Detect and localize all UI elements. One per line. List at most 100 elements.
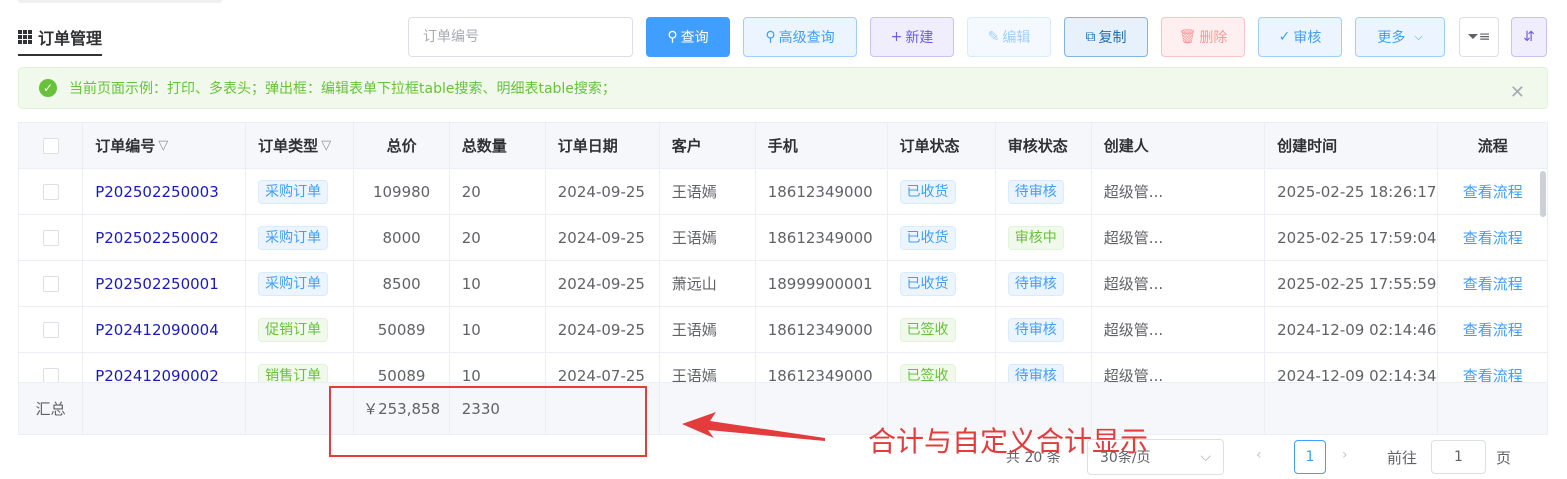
view-flow-link[interactable]: 查看流程: [1463, 227, 1523, 248]
goto-label: 前往: [1387, 449, 1418, 467]
row-checkbox[interactable]: [42, 367, 59, 382]
view-flow-link[interactable]: 查看流程: [1463, 273, 1523, 294]
order-type-tag: 采购订单: [258, 179, 329, 204]
header-total-price: 总价: [354, 123, 450, 168]
trash-icon: 🗑︎: [1178, 29, 1197, 45]
order-status-cell: 已签收: [888, 353, 996, 382]
order-status-tag: 已签收: [899, 317, 956, 342]
order-status-tag: 已签收: [899, 363, 956, 382]
created-time-cell: 2024-12-09 02:14:34: [1265, 353, 1439, 382]
delete-button[interactable]: 🗑︎ 删除: [1161, 17, 1245, 57]
phone-cell: 18612349000: [756, 353, 888, 382]
order-status-cell: 已收货: [888, 261, 996, 306]
table-row[interactable]: P202412090002 销售订单 50089 10 2024-07-25 王…: [19, 353, 1547, 382]
row-checkbox[interactable]: [42, 229, 59, 246]
table-row[interactable]: P202502250003 采购订单 109980 20 2024-09-25 …: [19, 169, 1547, 215]
view-flow-link[interactable]: 查看流程: [1463, 365, 1523, 382]
order-number-link[interactable]: P202502250003: [95, 183, 219, 201]
new-button[interactable]: + 新建: [870, 17, 954, 57]
customer-cell: 王语嫣: [660, 307, 756, 352]
table-body[interactable]: P202502250003 采购订单 109980 20 2024-09-25 …: [19, 169, 1547, 382]
row-select-cell: [19, 353, 84, 382]
header-label: 创建时间: [1277, 137, 1338, 155]
copy-button[interactable]: ⧉ 复制: [1064, 17, 1148, 57]
phone-cell: 18612349000: [756, 215, 888, 260]
header-phone: 手机: [756, 123, 888, 168]
order-date-cell: 2024-09-25: [546, 169, 660, 214]
query-button[interactable]: ⚲ 查询: [646, 17, 730, 57]
total-qty-cell: 20: [450, 215, 546, 260]
header-audit-status: 审核状态: [996, 123, 1092, 168]
goto-page-input[interactable]: [1431, 440, 1486, 474]
sort-icon: ⇵: [1523, 29, 1535, 45]
order-type-cell: 促销订单: [246, 307, 355, 352]
more-dropdown-button[interactable]: 更多 ⌵: [1355, 17, 1445, 57]
summary-empty: [83, 383, 247, 434]
header-created-time: 创建时间: [1265, 123, 1439, 168]
order-number-link[interactable]: P202412090002: [95, 367, 219, 383]
edit-button[interactable]: ✎ 编辑: [967, 17, 1051, 57]
row-checkbox[interactable]: [42, 183, 59, 200]
header-total-qty: 总数量: [450, 123, 546, 168]
table-row[interactable]: P202412090004 促销订单 50089 10 2024-09-25 王…: [19, 307, 1547, 353]
column-filter-button[interactable]: ⏷≡: [1459, 17, 1499, 57]
created-time-cell: 2025-02-25 18:26:17: [1265, 169, 1439, 214]
order-type-cell: 销售订单: [246, 353, 355, 382]
view-flow-link[interactable]: 查看流程: [1463, 181, 1523, 202]
copy-button-label: 复制: [1098, 30, 1127, 46]
check-icon: ✓: [1278, 29, 1291, 45]
total-qty-cell: 10: [450, 261, 546, 306]
advanced-query-button[interactable]: ⚲ 高级查询: [743, 17, 857, 57]
table-row[interactable]: P202502250002 采购订单 8000 20 2024-09-25 王语…: [19, 215, 1547, 261]
total-price-cell: 50089: [354, 353, 450, 382]
header-label: 手机: [767, 137, 798, 155]
close-icon[interactable]: ✕: [1510, 84, 1525, 102]
vertical-scrollbar[interactable]: [1540, 171, 1546, 217]
page-number-current[interactable]: 1: [1294, 440, 1326, 474]
prev-page-icon[interactable]: ‹: [1256, 447, 1262, 463]
header-label: 总数量: [461, 137, 507, 155]
header-label: 订单编号: [95, 137, 156, 155]
page-title-tab[interactable]: 订单管理: [18, 24, 103, 56]
table-header-row: 订单编号 ▽ 订单类型 ▽ 总价 总数量 订单日期 客户 手机 订单状态 审核状态 …: [19, 123, 1547, 169]
order-number-link[interactable]: P202502250002: [95, 229, 219, 247]
row-checkbox[interactable]: [42, 275, 59, 292]
funnel-icon[interactable]: ▽: [158, 138, 168, 153]
summary-empty: [1265, 383, 1439, 434]
order-number-search-input[interactable]: [408, 17, 633, 57]
pencil-icon: ✎: [987, 29, 1000, 45]
row-select-cell: [19, 215, 84, 260]
advanced-query-label: 高级查询: [778, 30, 835, 46]
view-flow-link[interactable]: 查看流程: [1463, 319, 1523, 340]
row-select-cell: [19, 261, 84, 306]
search-icon: ⚲: [667, 29, 678, 45]
header-label: 客户: [671, 137, 702, 155]
audit-status-tag: 待审核: [1007, 179, 1064, 204]
order-type-cell: 采购订单: [246, 169, 355, 214]
next-page-icon[interactable]: ›: [1342, 447, 1348, 463]
info-alert: ✓ 当前页面示例：打印、多表头；弹出框：编辑表单下拉框table搜索、明细表ta…: [18, 67, 1548, 109]
page-title: 订单管理: [38, 29, 103, 48]
table-row[interactable]: P202502250001 采购订单 8500 10 2024-09-25 萧远…: [19, 261, 1547, 307]
select-all-checkbox[interactable]: [42, 137, 59, 154]
order-number-link[interactable]: P202412090004: [95, 321, 219, 339]
funnel-icon[interactable]: ▽: [321, 138, 331, 153]
header-label: 创建人: [1103, 137, 1149, 155]
created-time-cell: 2025-02-25 17:55:59: [1265, 261, 1439, 306]
sort-button[interactable]: ⇵: [1511, 17, 1547, 57]
delete-button-label: 删除: [1199, 30, 1228, 46]
row-checkbox[interactable]: [42, 321, 59, 338]
header-select-all: [19, 123, 84, 168]
flow-cell: 查看流程: [1438, 353, 1546, 382]
row-select-cell: [19, 307, 84, 352]
creator-cell: 超级管...: [1092, 169, 1266, 214]
order-number-link[interactable]: P202502250001: [95, 275, 219, 293]
customer-cell: 王语嫣: [660, 215, 756, 260]
header-label: 订单日期: [557, 137, 618, 155]
audit-button[interactable]: ✓ 审核: [1258, 17, 1342, 57]
order-type-tag: 销售订单: [258, 363, 329, 382]
order-number-cell: P202502250003: [83, 169, 247, 214]
query-button-label: 查询: [680, 30, 709, 46]
header-label: 订单类型: [258, 137, 319, 155]
flow-cell: 查看流程: [1438, 169, 1546, 214]
